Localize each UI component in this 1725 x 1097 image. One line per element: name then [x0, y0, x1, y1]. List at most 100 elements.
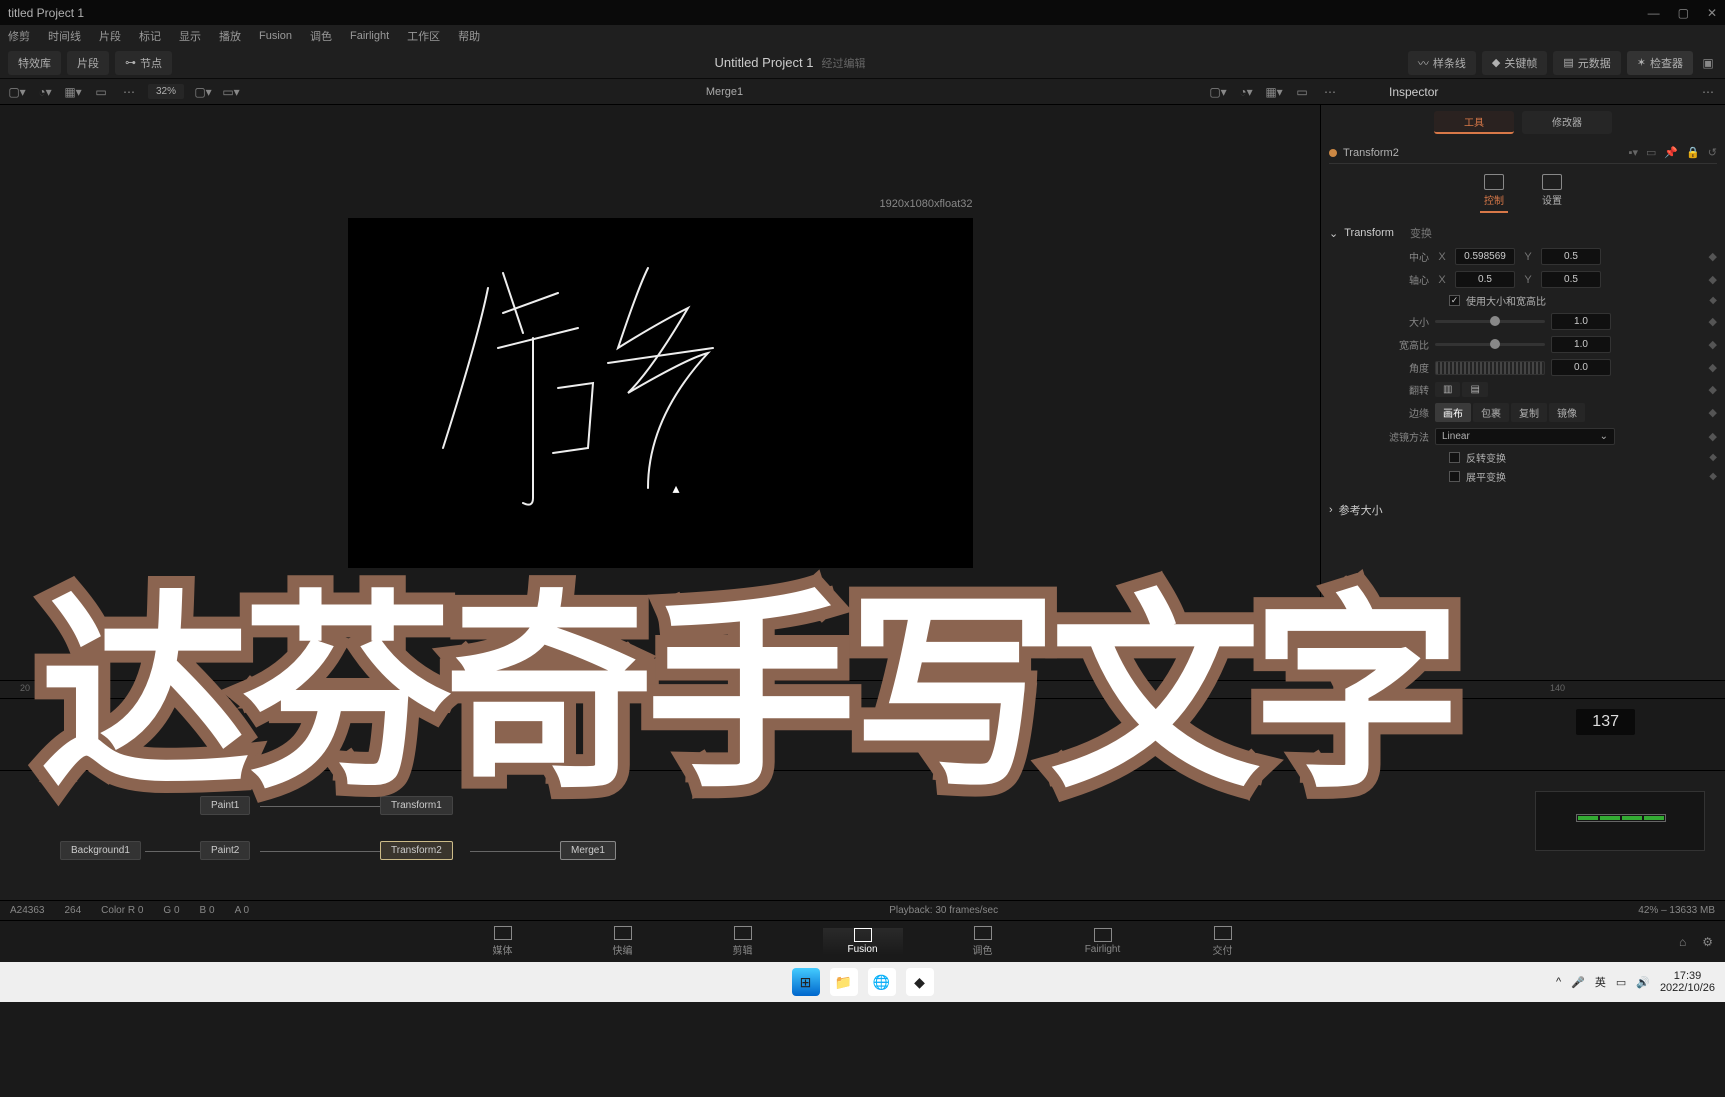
menu-item[interactable]: Fairlight [350, 30, 389, 42]
node-paint2[interactable]: Paint2 [200, 841, 250, 860]
home-icon[interactable]: ⌂ [1679, 935, 1686, 949]
maximize-icon[interactable]: ▢ [1678, 6, 1689, 20]
lock-icon[interactable]: 🔒 [1686, 146, 1700, 159]
keyframe-diamond[interactable]: ◆ [1709, 295, 1717, 306]
minimize-icon[interactable]: — [1648, 6, 1660, 20]
keyframe-diamond[interactable]: ◆ [1709, 273, 1717, 286]
keyframe-diamond[interactable]: ◆ [1709, 315, 1717, 328]
more-icon[interactable]: ⋯ [120, 83, 138, 101]
script-icon[interactable]: ▭ [1646, 146, 1656, 159]
page-tab-deliver[interactable]: 交付 [1183, 926, 1263, 957]
page-tab-fusion[interactable]: Fusion [823, 928, 903, 955]
zoom-readout[interactable]: 32% [148, 84, 184, 99]
subtab-settings[interactable]: 设置 [1538, 170, 1566, 213]
inspector-tab-tools[interactable]: 工具 [1434, 111, 1514, 134]
section-transform[interactable]: ⌄ Transform 变换 [1329, 221, 1717, 245]
pivot-x-input[interactable] [1455, 271, 1515, 288]
subtab-controls[interactable]: 控制 [1480, 170, 1508, 213]
node-merge1[interactable]: Merge1 [560, 841, 616, 860]
time-ruler[interactable]: 20 140 [0, 681, 1725, 699]
pin-icon[interactable]: 📌 [1664, 146, 1678, 159]
tray-lang[interactable]: 英 [1595, 974, 1606, 990]
tray-battery-icon[interactable]: ▭ [1616, 976, 1626, 989]
layout-icon[interactable]: ▣ [1699, 54, 1717, 72]
page-tab-fairlight[interactable]: Fairlight [1063, 928, 1143, 955]
page-tab-color[interactable]: 调色 [943, 926, 1023, 957]
center-y-input[interactable] [1541, 248, 1601, 265]
keyframe-diamond[interactable]: ◆ [1709, 452, 1717, 463]
node-transform2[interactable]: Transform2 [380, 841, 453, 860]
shading-icon-r[interactable]: ◔▾ [1237, 83, 1255, 101]
grid-icon-r[interactable]: ▦▾ [1265, 83, 1283, 101]
menu-item[interactable]: Fusion [259, 30, 292, 42]
edge-icon[interactable]: 🌐 [868, 968, 896, 996]
reset-icon[interactable]: ↺ [1708, 146, 1717, 159]
menu-item[interactable]: 播放 [219, 28, 241, 44]
settings-icon[interactable]: ⚙ [1702, 935, 1713, 949]
single-view-icon-r[interactable]: ▭ [1293, 83, 1311, 101]
edge-canvas-button[interactable]: 画布 [1435, 403, 1471, 422]
inspector-tab-modifiers[interactable]: 修改器 [1522, 111, 1612, 134]
flatten-checkbox[interactable] [1449, 471, 1460, 482]
timeline[interactable]: 20 140 137 [0, 680, 1725, 770]
keyframes-button[interactable]: ◆ 关键帧 [1482, 51, 1547, 75]
nodes-button[interactable]: ⊶ 节点 [115, 51, 172, 75]
aspect-slider[interactable] [1435, 343, 1545, 346]
viewer-canvas[interactable]: 1920x1080xfloat32 ▴ [348, 218, 973, 568]
effects-library-button[interactable]: 特效库 [8, 51, 61, 75]
menu-item[interactable]: 时间线 [48, 28, 81, 44]
page-tab-media[interactable]: 媒体 [463, 926, 543, 957]
minimap[interactable] [1535, 791, 1705, 851]
inspector-more-icon[interactable]: ⋯ [1699, 83, 1717, 101]
menu-item[interactable]: 标记 [139, 28, 161, 44]
view-layout-icon[interactable]: ▢▾ [8, 83, 26, 101]
filter-select[interactable]: Linear⌄ [1435, 428, 1615, 445]
keyframe-diamond[interactable]: ◆ [1709, 406, 1717, 419]
metadata-button[interactable]: ▤ 元数据 [1553, 51, 1620, 75]
size-input[interactable] [1551, 313, 1611, 330]
tray-mic-icon[interactable]: 🎤 [1571, 976, 1585, 989]
keyframe-diamond[interactable]: ◆ [1709, 430, 1717, 443]
shading-icon[interactable]: ◔▾ [36, 83, 54, 101]
version-icon[interactable]: ▪▾ [1629, 146, 1638, 159]
menu-item[interactable]: 帮助 [458, 28, 480, 44]
start-icon[interactable]: ⊞ [792, 968, 820, 996]
menu-item[interactable]: 调色 [310, 28, 332, 44]
page-tab-cut[interactable]: 快编 [583, 926, 663, 957]
more-icon-r[interactable]: ⋯ [1321, 83, 1339, 101]
tray-chevron-icon[interactable]: ^ [1556, 976, 1561, 988]
inspector-button[interactable]: ✶ 检查器 [1627, 51, 1693, 75]
node-transform1[interactable]: Transform1 [380, 796, 453, 815]
center-x-input[interactable] [1455, 248, 1515, 265]
frame-readout[interactable]: 137 [1576, 709, 1635, 735]
menu-item[interactable]: 显示 [179, 28, 201, 44]
section-refsize[interactable]: › 参考大小 [1329, 498, 1717, 522]
aspect-input[interactable] [1551, 336, 1611, 353]
size-slider[interactable] [1435, 320, 1545, 323]
viewer[interactable]: 1920x1080xfloat32 ▴ [0, 105, 1320, 680]
menu-item[interactable]: 工作区 [407, 28, 440, 44]
resolve-icon[interactable]: ◆ [906, 968, 934, 996]
use-size-checkbox[interactable] [1449, 295, 1460, 306]
spline-button[interactable]: 〰 样条线 [1408, 51, 1476, 75]
fit-icon[interactable]: ▢▾ [194, 83, 212, 101]
flip-v-button[interactable]: ▤ [1462, 382, 1487, 397]
grid-icon[interactable]: ▦▾ [64, 83, 82, 101]
keyframe-diamond[interactable]: ◆ [1709, 338, 1717, 351]
tray-time[interactable]: 17:39 [1660, 970, 1715, 982]
edge-wrap-button[interactable]: 包裹 [1473, 403, 1509, 422]
pivot-y-input[interactable] [1541, 271, 1601, 288]
node-background1[interactable]: Background1 [60, 841, 141, 860]
tray-sound-icon[interactable]: 🔊 [1636, 976, 1650, 989]
angle-input[interactable] [1551, 359, 1611, 376]
node-graph[interactable]: Background1 Paint1 Paint2 Transform1 Tra… [0, 770, 1725, 900]
edge-mirror-button[interactable]: 镜像 [1549, 403, 1585, 422]
menu-item[interactable]: 修剪 [8, 28, 30, 44]
menu-item[interactable]: 片段 [99, 28, 121, 44]
tray-date[interactable]: 2022/10/26 [1660, 982, 1715, 994]
close-icon[interactable]: ✕ [1707, 6, 1717, 20]
keyframe-diamond[interactable]: ◆ [1709, 250, 1717, 263]
angle-wheel[interactable] [1435, 361, 1545, 375]
invert-checkbox[interactable] [1449, 452, 1460, 463]
keyframe-diamond[interactable]: ◆ [1709, 361, 1717, 374]
